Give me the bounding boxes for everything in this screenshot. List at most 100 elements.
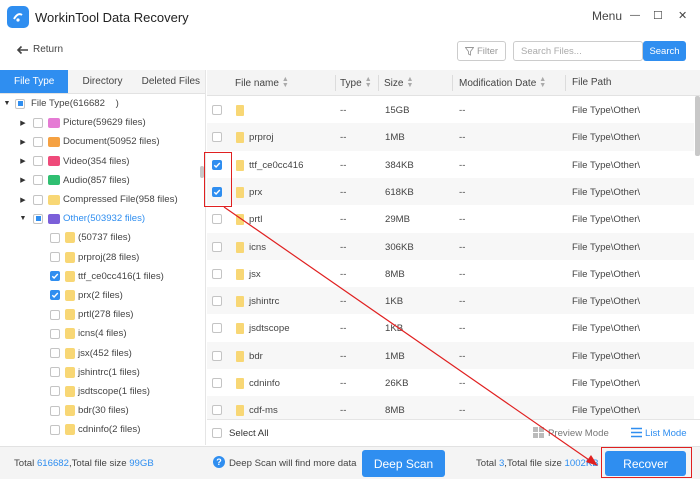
header-file-path[interactable]: File Path — [572, 77, 611, 88]
tree-subitem[interactable]: prx(2 files) — [0, 286, 205, 305]
table-row[interactable]: jsx -- 8MB -- File Type\Other\ — [207, 260, 694, 287]
tree-checkbox[interactable] — [33, 194, 43, 205]
tree-checkbox[interactable] — [33, 136, 43, 147]
tab-directory[interactable]: Directory — [68, 70, 137, 94]
header-size[interactable]: Size ▲ ▼ — [384, 76, 413, 89]
tree-category[interactable]: ▶ Video(354 files) — [0, 152, 205, 171]
file-name: cdf-ms — [249, 405, 278, 417]
row-checkbox[interactable] — [212, 350, 222, 361]
row-checkbox[interactable] — [212, 323, 222, 334]
tree-checkbox[interactable] — [50, 271, 60, 282]
preview-mode-button[interactable]: Preview Mode — [548, 428, 609, 439]
tree-category[interactable]: ▼ Other(503932 files) — [0, 209, 205, 228]
file-name: prproj — [249, 132, 274, 144]
tree-subitem[interactable]: (50737 files) — [0, 228, 205, 247]
tree-category[interactable]: ▶ Audio(857 files) — [0, 171, 205, 190]
file-size: 1KB — [385, 323, 404, 335]
return-button[interactable]: Return — [16, 44, 63, 55]
tab-deleted-files[interactable]: Deleted Files — [136, 70, 205, 94]
tree-category[interactable]: ▶ Compressed File(958 files) — [0, 190, 205, 209]
file-size: 1MB — [385, 132, 405, 144]
row-checkbox[interactable] — [212, 105, 222, 115]
row-checkbox[interactable] — [212, 378, 222, 388]
category-icon — [48, 194, 60, 205]
row-checkbox[interactable] — [212, 159, 222, 170]
tree-checkbox[interactable] — [33, 156, 43, 167]
select-all-checkbox[interactable] — [212, 428, 222, 438]
tree-category[interactable]: ▶ Document(50952 files) — [0, 132, 205, 151]
table-row[interactable]: jshintrc -- 1KB -- File Type\Other\ — [207, 287, 694, 315]
table-row[interactable]: icns -- 306KB -- File Type\Other\ — [207, 232, 694, 260]
tree-checkbox[interactable] — [50, 367, 60, 378]
collapse-arrow-icon[interactable]: ▼ — [3, 100, 11, 107]
tab-file-type[interactable]: File Type — [0, 70, 69, 94]
collapse-arrow-icon[interactable]: ▼ — [19, 215, 27, 222]
tree-subitem[interactable]: cdninfo(2 files) — [0, 420, 205, 439]
expand-arrow-icon[interactable]: ▶ — [19, 138, 27, 146]
expand-arrow-icon[interactable]: ▶ — [19, 157, 27, 165]
tree-subitem[interactable]: jshintrc(1 files) — [0, 363, 205, 382]
row-checkbox[interactable] — [212, 405, 222, 416]
expand-arrow-icon[interactable]: ▶ — [19, 176, 27, 184]
list-mode-icon[interactable] — [631, 427, 642, 438]
recover-button[interactable]: Recover — [605, 451, 686, 476]
tree-checkbox[interactable] — [50, 405, 60, 416]
table-row[interactable]: cdninfo -- 26KB -- File Type\Other\ — [207, 369, 694, 396]
table-row[interactable]: jsdtscope -- 1KB -- File Type\Other\ — [207, 314, 694, 341]
tree-root[interactable]: ▼ File Type(616682 ) — [0, 94, 205, 113]
table-row[interactable]: prx -- 618KB -- File Type\Other\ — [207, 177, 694, 206]
filter-button[interactable]: Filter — [457, 41, 506, 61]
table-row[interactable]: bdr -- 1MB -- File Type\Other\ — [207, 341, 694, 369]
table-row[interactable]: -- 15GB -- File Type\Other\ — [207, 96, 694, 123]
tree-checkbox[interactable] — [33, 175, 43, 186]
modification-date: -- — [459, 323, 466, 335]
tree-subitem[interactable]: bdr(30 files) — [0, 401, 205, 420]
header-modification-date[interactable]: Modification Date ▲ ▼ — [459, 76, 546, 89]
tree-checkbox[interactable] — [50, 424, 60, 435]
tree-subitem-label: prproj(28 files) — [78, 251, 140, 263]
tree-checkbox[interactable] — [50, 232, 60, 243]
tree-category[interactable]: ▶ Picture(59629 files) — [0, 113, 205, 132]
expand-arrow-icon[interactable]: ▶ — [19, 119, 27, 127]
table-row[interactable]: prproj -- 1MB -- File Type\Other\ — [207, 123, 694, 151]
maximize-icon[interactable]: ☐ — [653, 9, 663, 22]
menu-button[interactable]: Menu — [592, 9, 622, 23]
tree-checkbox[interactable] — [15, 98, 25, 109]
tree-subitem[interactable]: prproj(28 files) — [0, 248, 205, 267]
right-scrollbar[interactable] — [695, 96, 700, 156]
preview-mode-icon[interactable] — [533, 427, 544, 438]
table-row[interactable]: ttf_ce0cc416 -- 384KB -- File Type\Other… — [207, 151, 694, 178]
search-input[interactable] — [513, 41, 643, 61]
tree-checkbox[interactable] — [50, 290, 60, 301]
tree-subitem[interactable]: jsdtscope(1 files) — [0, 382, 205, 401]
list-mode-button[interactable]: List Mode — [645, 428, 687, 439]
row-checkbox[interactable] — [212, 296, 222, 307]
tree-checkbox[interactable] — [50, 252, 60, 263]
tree-subitem[interactable]: ttf_ce0cc416(1 files) — [0, 267, 205, 286]
header-file-name[interactable]: File name ▲ ▼ — [235, 76, 289, 89]
deep-scan-button[interactable]: Deep Scan — [362, 450, 445, 477]
row-checkbox[interactable] — [212, 186, 222, 197]
file-path: File Type\Other\ — [572, 296, 641, 308]
row-checkbox[interactable] — [212, 268, 222, 279]
row-checkbox[interactable] — [212, 241, 222, 252]
table-header: File name ▲ ▼ Type ▲ ▼ Size ▲ ▼ Modification D… — [207, 70, 700, 96]
row-checkbox[interactable] — [212, 214, 222, 225]
tree-checkbox[interactable] — [33, 117, 43, 128]
left-scrollbar[interactable] — [200, 166, 204, 178]
tree-subitem[interactable]: prtl(278 files) — [0, 305, 205, 324]
table-row[interactable]: prtl -- 29MB -- File Type\Other\ — [207, 205, 694, 232]
tree-checkbox[interactable] — [50, 386, 60, 397]
search-button[interactable]: Search — [643, 41, 686, 61]
header-type[interactable]: Type ▲ ▼ — [340, 76, 372, 89]
minimize-icon[interactable]: — — [630, 10, 640, 21]
tree-subitem[interactable]: jsx(452 files) — [0, 343, 205, 362]
row-checkbox[interactable] — [212, 132, 222, 143]
expand-arrow-icon[interactable]: ▶ — [19, 196, 27, 204]
close-icon[interactable]: ✕ — [678, 9, 687, 22]
tree-checkbox[interactable] — [50, 309, 60, 320]
tree-checkbox[interactable] — [50, 348, 60, 359]
tree-checkbox[interactable] — [33, 213, 43, 224]
tree-subitem[interactable]: icns(4 files) — [0, 324, 205, 343]
tree-checkbox[interactable] — [50, 328, 60, 339]
